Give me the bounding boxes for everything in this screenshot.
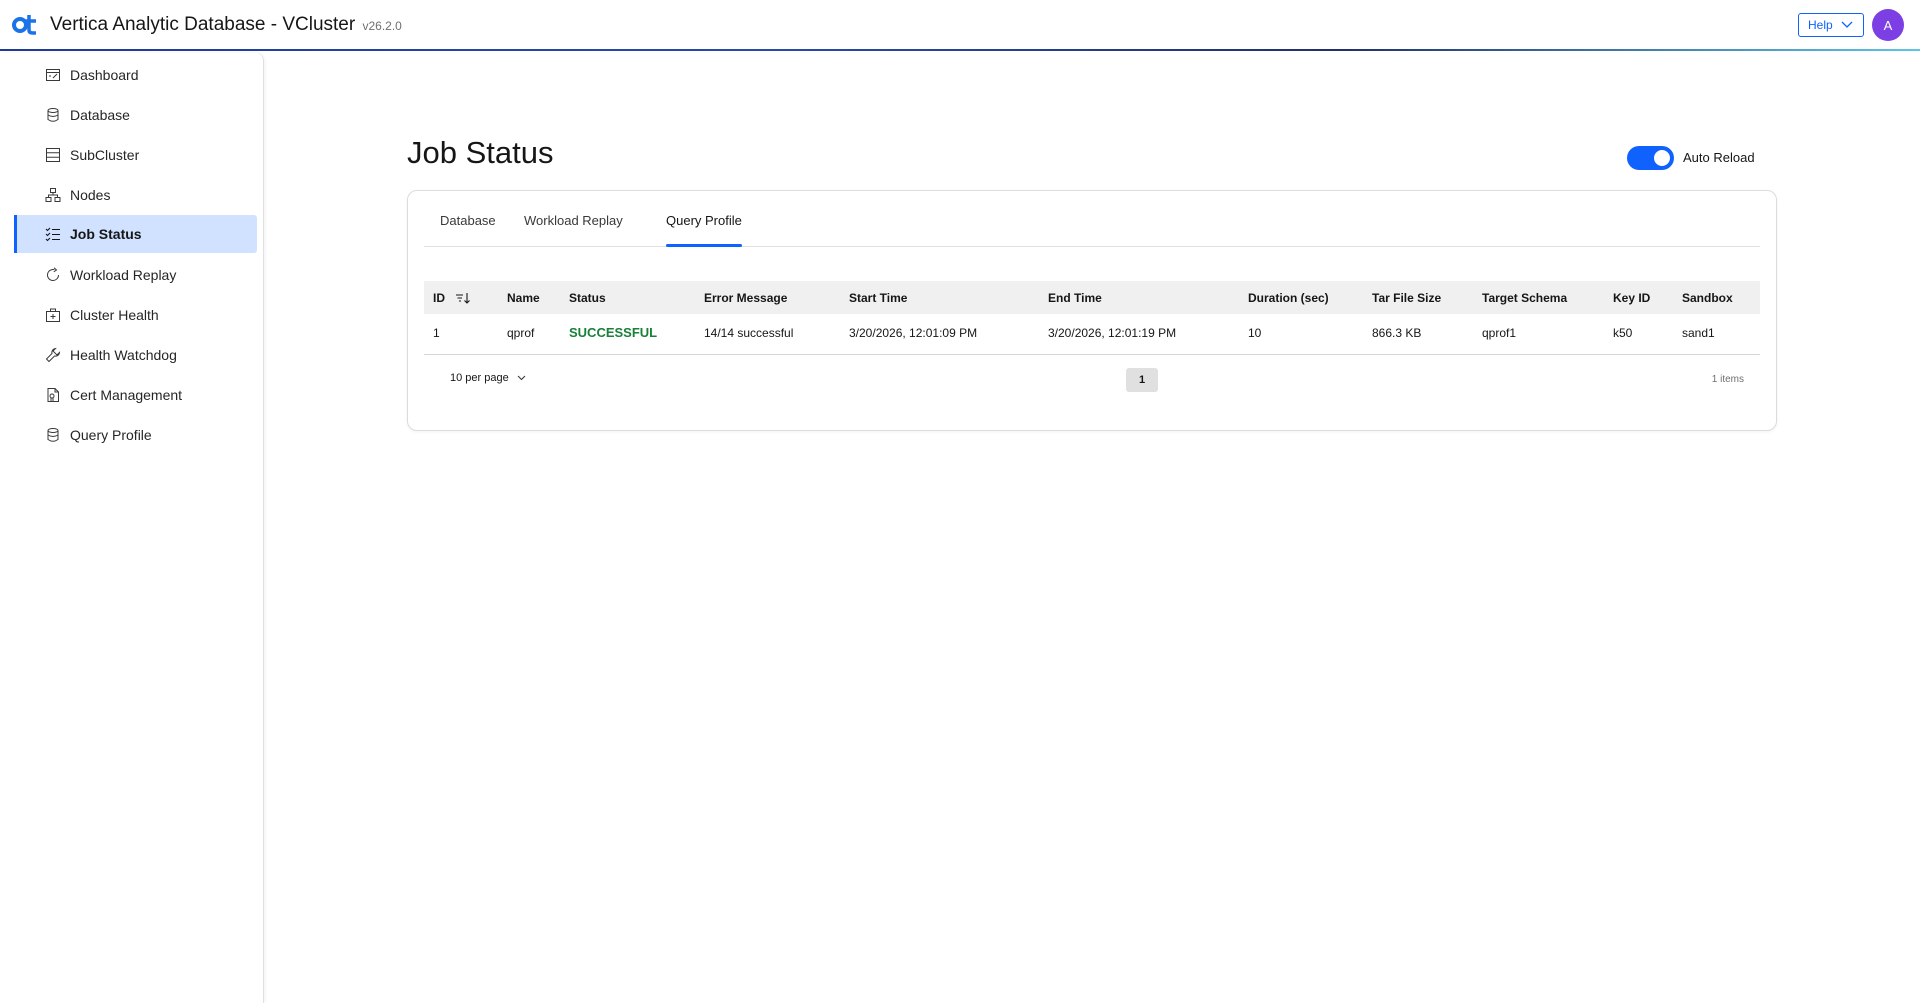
tab-label: Database [440,213,496,228]
database-icon [45,107,61,123]
pagination: 10 per page 1 1 items [424,363,1760,393]
sidebar-item-query-profile[interactable]: Query Profile [14,416,257,454]
avatar-initial: A [1883,17,1893,33]
cell-id: 1 [433,326,440,340]
cell-duration: 10 [1248,326,1262,340]
column-header-status[interactable]: Status [569,291,606,305]
active-tab-indicator [666,244,742,247]
app-title: Vertica Analytic Database - VCluster v26… [50,14,402,36]
sidebar-item-cluster-health[interactable]: Cluster Health [14,296,257,334]
tab-label: Workload Replay [524,213,623,228]
column-label: ID [433,291,445,305]
chevron-down-icon [1841,21,1853,28]
sidebar-item-subcluster[interactable]: SubCluster [14,136,257,174]
sidebar-item-label: Job Status [70,226,142,242]
per-page-select[interactable]: 10 per page [450,372,526,384]
cell-target-schema: qprof1 [1482,326,1517,340]
sidebar-item-workload-replay[interactable]: Workload Replay [14,256,257,294]
cell-tar-file-size: 866.3 KB [1372,326,1422,340]
app-version: v26.2.0 [362,19,402,33]
column-header-tar-file-size[interactable]: Tar File Size [1372,291,1441,305]
database-icon [45,427,61,443]
cell-start-time: 3/20/2026, 12:01:09 PM [849,326,978,340]
opentext-logo-icon[interactable] [12,13,38,35]
column-header-name[interactable]: Name [507,291,540,305]
auto-reload-label: Auto Reload [1683,150,1755,165]
auto-reload-toggle[interactable] [1627,146,1674,170]
column-header-error-message[interactable]: Error Message [704,291,787,305]
sidebar-item-label: Health Watchdog [70,347,177,363]
sidebar-item-label: SubCluster [70,147,140,163]
sidebar-item-health-watchdog[interactable]: Health Watchdog [14,336,257,374]
sort-icon[interactable] [455,292,471,304]
sidebar-item-label: Workload Replay [70,267,177,283]
column-header-start-time[interactable]: Start Time [849,291,907,305]
column-header-key-id[interactable]: Key ID [1613,291,1650,305]
column-header-id[interactable]: ID [433,291,471,305]
sidebar-item-label: Dashboard [70,67,139,83]
cell-sandbox: sand1 [1682,326,1715,340]
nodes-icon [45,187,61,203]
chevron-down-icon [517,375,526,381]
tab-workload-replay[interactable]: Workload Replay [524,213,623,247]
column-header-end-time[interactable]: End Time [1048,291,1102,305]
user-avatar[interactable]: A [1872,9,1904,41]
sidebar-item-dashboard[interactable]: Dashboard [14,56,257,94]
tab-bar: Database Workload Replay Query Profile [424,211,1760,247]
sidebar-item-label: Database [70,107,130,123]
jobs-table: ID Name Status Error Message Start Time … [424,281,1760,355]
subcluster-icon [45,147,61,163]
status-badge: SUCCESSFUL [569,325,658,340]
table-row[interactable]: 1 qprof SUCCESSFUL 14/14 successful 3/20… [424,314,1760,355]
page-title: Job Status [407,135,554,170]
column-header-duration[interactable]: Duration (sec) [1248,291,1329,305]
sidebar-item-job-status[interactable]: Job Status [14,215,257,253]
help-button[interactable]: Help [1798,13,1864,37]
sidebar-item-nodes[interactable]: Nodes [14,176,257,214]
cell-name: qprof [507,326,535,340]
tab-label: Query Profile [666,213,742,228]
sidebar-item-label: Query Profile [70,427,152,443]
cell-error-message: 14/14 successful [704,326,794,340]
column-header-target-schema[interactable]: Target Schema [1482,291,1567,305]
items-count: 1 items [1711,374,1744,385]
sidebar-item-database[interactable]: Database [14,96,257,134]
job-status-icon [45,226,61,242]
table-header: ID Name Status Error Message Start Time … [424,281,1760,314]
tab-query-profile[interactable]: Query Profile [666,213,742,247]
cluster-health-icon [45,307,61,323]
sidebar-item-label: Cluster Health [70,307,159,323]
cell-end-time: 3/20/2026, 12:01:19 PM [1048,326,1177,340]
cell-key-id: k50 [1613,326,1633,340]
sidebar: Dashboard Database SubCluster Nodes Job … [0,53,264,1003]
sidebar-item-label: Cert Management [70,387,183,403]
dashboard-icon [45,67,61,83]
wrench-icon [45,347,61,363]
per-page-label: 10 per page [450,372,509,384]
top-header: Vertica Analytic Database - VCluster v26… [0,0,1920,51]
header-divider [0,49,1920,51]
page-button-current[interactable]: 1 [1126,368,1158,392]
tab-database[interactable]: Database [440,213,496,247]
certificate-icon [45,387,61,403]
sidebar-item-cert-management[interactable]: Cert Management [14,376,257,414]
app-title-text: Vertica Analytic Database - VCluster [50,14,356,35]
replay-icon [45,267,61,283]
help-label: Help [1808,18,1833,32]
column-header-sandbox[interactable]: Sandbox [1682,291,1733,305]
sidebar-item-label: Nodes [70,187,111,203]
job-status-card: Database Workload Replay Query Profile I… [407,190,1777,431]
